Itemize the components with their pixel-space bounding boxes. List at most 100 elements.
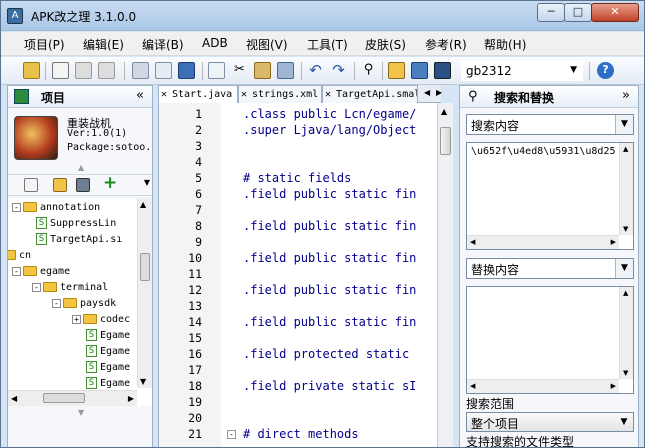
tab-scroll-left-icon[interactable]: ◀	[424, 88, 430, 97]
refresh-icon[interactable]	[76, 178, 90, 192]
tree-node[interactable]: S Egame	[86, 376, 130, 391]
collapse-icon[interactable]: «	[136, 88, 144, 103]
fold-icon[interactable]: -	[227, 430, 236, 439]
replace-input[interactable]: ▲ ▼ ◀ ▶	[466, 286, 634, 394]
paste-icon[interactable]	[254, 62, 271, 79]
search-scope-select[interactable]: 整个项目 ▼	[466, 412, 634, 432]
title-bar[interactable]: A APK改之理 3.1.0.0 ─ □ ✕	[1, 1, 644, 31]
code-line[interactable]: # direct methods	[243, 426, 359, 442]
scrollbar-thumb[interactable]	[440, 127, 451, 155]
binoculars-icon[interactable]: ⚲	[360, 62, 377, 79]
tab-scroll-right-icon[interactable]: ▶	[436, 88, 442, 97]
menu-help[interactable]: 帮助(H)	[484, 36, 526, 53]
collapse-tree-icon[interactable]: -	[12, 202, 21, 212]
add-icon[interactable]: +	[103, 175, 119, 193]
tree-node[interactable]: - annotation	[12, 200, 100, 215]
scrollbar-thumb[interactable]	[140, 253, 150, 281]
find-icon[interactable]	[277, 62, 294, 79]
tree-node[interactable]: S SuppressLin	[36, 216, 116, 231]
tree-node[interactable]: - terminal	[32, 280, 108, 295]
collapse-icon[interactable]: »	[622, 88, 630, 103]
chevron-down-icon[interactable]: ▼	[144, 178, 150, 187]
encoding-select[interactable]: gb2312 ▼	[461, 61, 583, 81]
sign-icon[interactable]	[75, 62, 92, 79]
scroll-up-icon[interactable]: ▲	[78, 163, 84, 172]
tree-node[interactable]: - egame	[12, 264, 70, 279]
build-icon[interactable]	[52, 62, 69, 79]
code-editor[interactable]: 1 .class public Lcn/egame/2 .super Ljava/l…	[158, 103, 441, 447]
save-all-icon[interactable]	[178, 62, 195, 79]
menu-build[interactable]: 编译(B)	[142, 36, 184, 53]
scroll-up-icon[interactable]: ▲	[623, 145, 628, 153]
menu-edit[interactable]: 编辑(E)	[83, 36, 124, 53]
scroll-right-icon[interactable]: ▶	[611, 238, 616, 246]
close-tab-icon[interactable]: ✕	[161, 86, 167, 103]
scroll-up-icon[interactable]: ▲	[441, 107, 447, 116]
replace-vertical-scrollbar[interactable]: ▲ ▼	[619, 287, 633, 379]
scroll-left-icon[interactable]: ◀	[470, 382, 475, 390]
save-icon[interactable]	[132, 62, 149, 79]
scroll-left-icon[interactable]: ◀	[470, 238, 475, 246]
java-icon[interactable]	[434, 62, 451, 79]
tree-vertical-scrollbar[interactable]: ▲ ▼	[137, 198, 152, 388]
menu-reference[interactable]: 参考(R)	[425, 36, 467, 53]
code-line[interactable]: .super Ljava/lang/Object	[243, 122, 416, 138]
scroll-down-icon[interactable]: ▼	[140, 377, 146, 386]
scroll-down-icon[interactable]: ▼	[623, 369, 628, 377]
search-input[interactable]: \u652f\u4ed8\u5931\u8d25 ▲ ▼ ◀ ▶	[466, 142, 634, 250]
scroll-left-icon[interactable]: ◀	[11, 394, 17, 403]
redo-icon[interactable]: ↷	[330, 62, 347, 79]
menu-project[interactable]: 项目(P)	[24, 36, 65, 53]
collapse-tree-icon[interactable]: -	[32, 282, 41, 292]
menu-skin[interactable]: 皮肤(S)	[365, 36, 406, 53]
menu-adb[interactable]: ADB	[202, 36, 228, 50]
scroll-up-icon[interactable]: ▲	[140, 200, 146, 209]
minimize-button[interactable]: ─	[537, 3, 565, 22]
tab-targetapi-smali[interactable]: ✕ TargetApi.smali	[322, 85, 418, 103]
tab-start-java[interactable]: ✕ Start.java	[158, 85, 238, 103]
code-line[interactable]: .field private static sI	[243, 378, 416, 394]
code-line[interactable]: .field public static fin	[243, 250, 416, 266]
chevron-down-icon[interactable]: ▼	[615, 115, 633, 134]
image-icon[interactable]	[388, 62, 405, 79]
search-vertical-scrollbar[interactable]: ▲ ▼	[619, 143, 633, 235]
menu-view[interactable]: 视图(V)	[246, 36, 288, 53]
scroll-down-icon[interactable]: ▼	[78, 408, 84, 417]
code-line[interactable]: .field public static fin	[243, 218, 416, 234]
collapse-tree-icon[interactable]: -	[12, 266, 21, 276]
collapse-tree-icon[interactable]: -	[52, 298, 61, 308]
tree-node[interactable]: S TargetApi.sı	[36, 232, 122, 247]
code-line[interactable]: .class public Lcn/egame/	[243, 106, 416, 122]
tab-strings-xml[interactable]: ✕ strings.xml	[238, 85, 322, 103]
maximize-button[interactable]: □	[564, 3, 592, 22]
tree-node[interactable]: cn	[8, 248, 31, 263]
scroll-right-icon[interactable]: ▶	[128, 394, 134, 403]
code-line[interactable]: # static fields	[243, 170, 351, 186]
menu-tools[interactable]: 工具(T)	[307, 36, 348, 53]
scroll-right-icon[interactable]: ▶	[611, 382, 616, 390]
manifest-icon[interactable]	[24, 178, 38, 192]
scroll-down-icon[interactable]: ▼	[623, 225, 628, 233]
open-folder-icon[interactable]	[23, 62, 40, 79]
search-horizontal-scrollbar[interactable]: ◀ ▶	[467, 235, 619, 249]
replace-history-select[interactable]: 替换内容 ▼	[466, 258, 634, 279]
close-tab-icon[interactable]: ✕	[325, 86, 331, 103]
tree-horizontal-scrollbar[interactable]: ◀ ▶	[8, 390, 137, 406]
scrollbar-thumb[interactable]	[43, 393, 85, 403]
code-line[interactable]: .field public static fin	[243, 186, 416, 202]
code-line[interactable]: .field protected static	[243, 346, 409, 362]
resources-icon[interactable]	[53, 178, 67, 192]
tree-node[interactable]: - paysdk	[52, 296, 116, 311]
scroll-up-icon[interactable]: ▲	[623, 289, 628, 297]
expand-tree-icon[interactable]: +	[72, 314, 81, 324]
code-line[interactable]: .field public static fin	[243, 282, 416, 298]
chevron-down-icon[interactable]: ▼	[615, 413, 633, 432]
editor-vertical-scrollbar[interactable]: ▲	[437, 103, 453, 447]
code-line[interactable]: .field public static fin	[243, 314, 416, 330]
help-icon[interactable]: ?	[597, 62, 614, 79]
close-button[interactable]: ✕	[591, 3, 639, 22]
chevron-down-icon[interactable]: ▼	[615, 259, 633, 278]
tree-node[interactable]: + codec	[72, 312, 130, 327]
tree-node[interactable]: S Egame	[86, 360, 130, 375]
save-as-icon[interactable]	[155, 62, 172, 79]
